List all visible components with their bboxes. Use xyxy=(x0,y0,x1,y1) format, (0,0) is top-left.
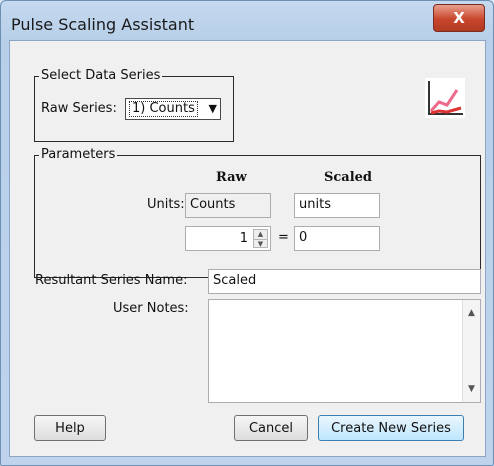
decrement-icon[interactable]: ▼ xyxy=(254,239,267,249)
units-label: Units: xyxy=(147,197,185,212)
window-title: Pulse Scaling Assistant xyxy=(11,15,195,34)
line-chart-icon xyxy=(425,78,465,118)
raw-factor-stepper[interactable]: 1 ▲ ▼ xyxy=(185,226,271,251)
raw-column-header: Raw xyxy=(216,170,247,185)
raw-units-field: Counts xyxy=(185,193,271,218)
dialog-window: Pulse Scaling Assistant X Select Data Se… xyxy=(0,0,494,466)
resultant-series-name-label: Resultant Series Name: xyxy=(35,273,188,288)
user-notes-scrollbar[interactable]: ▲ ▼ xyxy=(462,300,480,402)
user-notes-textarea[interactable]: ▲ ▼ xyxy=(208,299,481,403)
raw-factor-value: 1 xyxy=(239,231,248,246)
cancel-button[interactable]: Cancel xyxy=(234,415,308,441)
chevron-down-icon[interactable]: ▼ xyxy=(209,102,217,115)
scaled-column-header: Scaled xyxy=(324,170,373,185)
scroll-up-icon[interactable]: ▲ xyxy=(463,308,480,318)
select-data-series-group: Select Data Series Raw Series: 1) Counts… xyxy=(34,68,234,142)
raw-series-label: Raw Series: xyxy=(41,101,117,116)
raw-series-value: 1) Counts xyxy=(129,101,198,117)
parameters-group: Parameters Raw Scaled Units: Counts unit… xyxy=(34,147,481,278)
scroll-down-icon[interactable]: ▼ xyxy=(463,384,480,394)
resultant-series-name-input[interactable]: Scaled xyxy=(208,269,481,294)
raw-series-select[interactable]: 1) Counts ▼ xyxy=(125,98,221,120)
scaled-units-field[interactable]: units xyxy=(294,193,380,218)
help-button[interactable]: Help xyxy=(34,415,106,441)
equals-sign: = xyxy=(278,230,289,245)
dialog-client-area: Select Data Series Raw Series: 1) Counts… xyxy=(9,40,486,457)
parameters-title: Parameters xyxy=(39,147,118,163)
close-button[interactable]: X xyxy=(433,4,485,32)
close-icon: X xyxy=(453,9,465,27)
create-new-series-button[interactable]: Create New Series xyxy=(318,415,464,441)
increment-icon[interactable]: ▲ xyxy=(254,230,267,239)
scaled-factor-field[interactable]: 0 xyxy=(294,226,380,251)
user-notes-label: User Notes: xyxy=(113,301,189,316)
select-data-series-title: Select Data Series xyxy=(39,68,163,84)
stepper-buttons[interactable]: ▲ ▼ xyxy=(253,229,268,248)
